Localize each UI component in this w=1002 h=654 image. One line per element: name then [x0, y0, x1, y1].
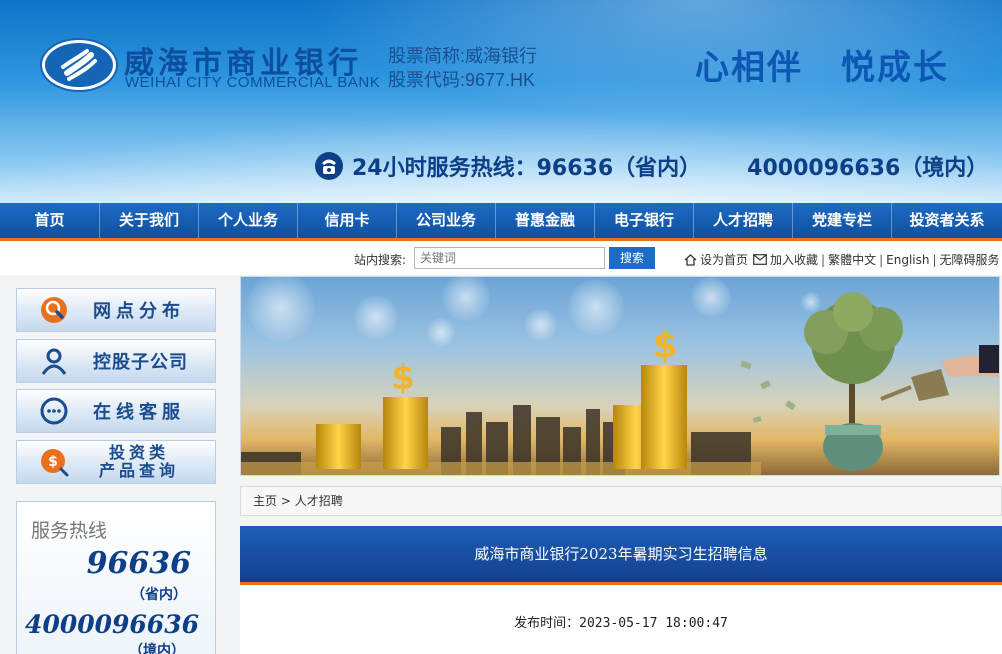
- nav-item-e-banking[interactable]: 电子银行: [595, 203, 694, 238]
- sidebar-item-subsidiaries[interactable]: 控股子公司: [16, 339, 216, 383]
- nav-item-credit-card[interactable]: 信用卡: [298, 203, 397, 238]
- hotline-number-national: 4000096636: [25, 610, 199, 639]
- nav-item-careers[interactable]: 人才招聘: [694, 203, 793, 238]
- site-header: 威海市商业银行 WEIHAI CITY COMMERCIAL BANK 股票简称…: [0, 0, 1002, 203]
- sidebar-item-label: 投资类 产品查询: [99, 444, 179, 480]
- main-nav: 首页 关于我们 个人业务 信用卡 公司业务 普惠金融 电子银行 人才招聘 党建专…: [0, 203, 1002, 238]
- sidebar-item-label: 网点分布: [93, 301, 185, 322]
- slogan: 心相伴 悦成长: [695, 40, 949, 89]
- home-icon: [684, 253, 697, 266]
- utility-bar: 站内搜索: 搜索 设为首页 加入收藏 | 繁體中文 | English | 无障…: [0, 241, 1002, 275]
- publish-time-value: 2023-05-17 18:00:47: [579, 616, 728, 631]
- separator: |: [879, 252, 884, 267]
- dollar-search-icon: $: [41, 449, 69, 477]
- hotline-number-province: 96636: [86, 546, 191, 581]
- hotline-province-label: （省内）: [131, 587, 187, 603]
- person-icon: [41, 348, 67, 375]
- svg-text:$: $: [391, 358, 415, 398]
- banner-illustration: $ $: [241, 277, 999, 475]
- separator: |: [821, 252, 826, 267]
- hotline-box-title: 服务热线: [31, 520, 108, 542]
- utility-links: 设为首页 加入收藏 | 繁體中文 | English | 无障碍服务: [684, 251, 1000, 268]
- stock-code: 股票代码:9677.HK: [388, 70, 536, 90]
- site-search-input[interactable]: [414, 247, 605, 269]
- traditional-chinese-link[interactable]: 繁體中文: [828, 251, 876, 268]
- mail-icon: [753, 254, 767, 265]
- telephone-icon: [315, 152, 343, 180]
- sidebar-item-label: 在线客服: [93, 402, 185, 423]
- hotline-national-label: （境内）: [129, 643, 185, 654]
- hotline-province: 96636（省内）: [536, 156, 702, 181]
- header-hotline: 24小时服务热线： 96636（省内） 4000096636（境内）: [314, 148, 988, 184]
- nav-item-home[interactable]: 首页: [0, 203, 100, 238]
- nav-item-party[interactable]: 党建专栏: [793, 203, 892, 238]
- article-title: 威海市商业银行2023年暑期实习生招聘信息: [474, 545, 768, 563]
- nav-item-inclusive-finance[interactable]: 普惠金融: [496, 203, 595, 238]
- hotline-national: 4000096636（境内）: [747, 156, 989, 181]
- stock-abbr: 股票简称:威海银行: [388, 46, 538, 66]
- promo-banner: $ $: [240, 276, 1000, 476]
- chat-icon: [40, 397, 68, 425]
- set-homepage-link[interactable]: 设为首页: [700, 251, 748, 268]
- svg-text:$: $: [48, 454, 58, 470]
- nav-item-investor-relations[interactable]: 投资者关系: [892, 203, 1002, 238]
- sidebar-item-branches[interactable]: 网点分布: [16, 288, 216, 332]
- service-hotline-box: 服务热线 96636 （省内） 4000096636 （境内）: [16, 501, 216, 654]
- publish-time: 发布时间：2023-05-17 18:00:47: [240, 612, 1002, 631]
- nav-item-personal[interactable]: 个人业务: [199, 203, 298, 238]
- add-favorites-link[interactable]: 加入收藏: [770, 251, 818, 268]
- stock-info: 股票简称:威海银行 股票代码:9677.HK: [388, 44, 537, 92]
- breadcrumb-separator: >: [280, 494, 291, 508]
- location-pin-icon: [41, 297, 67, 323]
- sidebar-item-online-service[interactable]: 在线客服: [16, 389, 216, 433]
- english-link[interactable]: English: [886, 253, 929, 267]
- accessibility-link[interactable]: 无障碍服务: [940, 251, 1000, 268]
- sidebar-label-line2: 产品查询: [99, 461, 180, 480]
- hotline-label: 24小时服务热线：: [352, 156, 537, 181]
- breadcrumb-current[interactable]: 人才招聘: [295, 494, 343, 508]
- slogan-part-1: 心相伴: [695, 48, 803, 88]
- bank-name-en: WEIHAI CITY COMMERCIAL BANK: [125, 74, 381, 91]
- publish-time-label: 发布时间：: [514, 616, 580, 631]
- sidebar-item-label: 控股子公司: [93, 352, 188, 373]
- search-button[interactable]: 搜索: [609, 247, 655, 269]
- slogan-part-2: 悦成长: [841, 48, 949, 88]
- bank-logo-icon[interactable]: [42, 40, 116, 90]
- nav-item-about[interactable]: 关于我们: [100, 203, 199, 238]
- nav-item-corporate[interactable]: 公司业务: [397, 203, 496, 238]
- search-label: 站内搜索:: [354, 253, 407, 267]
- breadcrumb: 主页 > 人才招聘: [240, 486, 1002, 516]
- sidebar-item-investment-products[interactable]: $ 投资类 产品查询: [16, 440, 216, 484]
- sidebar-label-line1: 投资类: [109, 443, 170, 462]
- breadcrumb-home-link[interactable]: 主页: [253, 494, 277, 508]
- svg-text:$: $: [652, 325, 677, 366]
- separator: |: [932, 252, 937, 267]
